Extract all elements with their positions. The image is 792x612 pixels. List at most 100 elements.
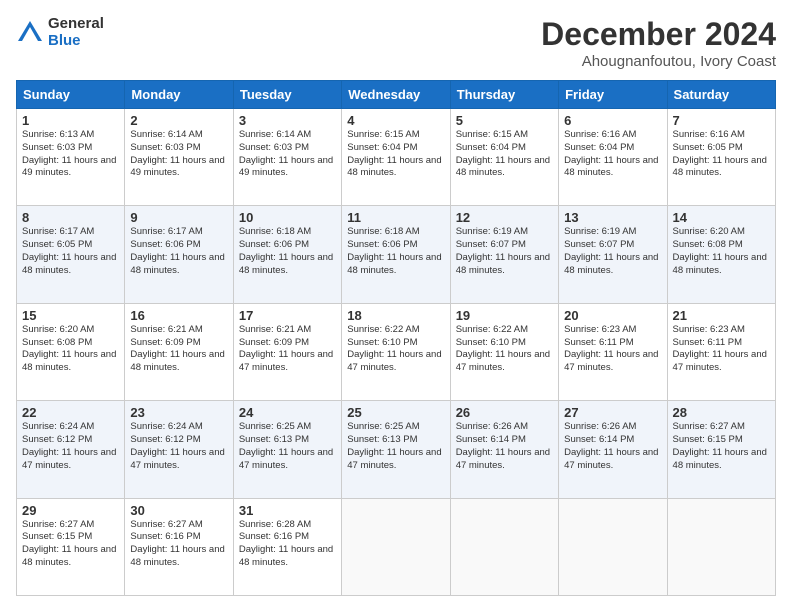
day-number: 7 [673, 113, 770, 128]
day-number: 3 [239, 113, 336, 128]
calendar-day-header: Monday [125, 81, 233, 109]
day-number: 9 [130, 210, 227, 225]
calendar-table: SundayMondayTuesdayWednesdayThursdayFrid… [16, 80, 776, 596]
calendar-cell: 19Sunrise: 6:22 AMSunset: 6:10 PMDayligh… [450, 303, 558, 400]
day-info: Sunrise: 6:17 AMSunset: 6:06 PMDaylight:… [130, 226, 227, 277]
day-info: Sunrise: 6:23 AMSunset: 6:11 PMDaylight:… [673, 324, 770, 375]
calendar-cell: 3Sunrise: 6:14 AMSunset: 6:03 PMDaylight… [233, 109, 341, 206]
day-number: 11 [347, 210, 444, 225]
calendar-week-row: 15Sunrise: 6:20 AMSunset: 6:08 PMDayligh… [17, 303, 776, 400]
logo: General Blue [16, 16, 104, 49]
day-info: Sunrise: 6:28 AMSunset: 6:16 PMDaylight:… [239, 519, 336, 570]
day-info: Sunrise: 6:20 AMSunset: 6:08 PMDaylight:… [673, 226, 770, 277]
calendar-cell: 16Sunrise: 6:21 AMSunset: 6:09 PMDayligh… [125, 303, 233, 400]
day-info: Sunrise: 6:23 AMSunset: 6:11 PMDaylight:… [564, 324, 661, 375]
calendar-cell [559, 498, 667, 595]
day-info: Sunrise: 6:20 AMSunset: 6:08 PMDaylight:… [22, 324, 119, 375]
day-number: 6 [564, 113, 661, 128]
calendar-cell: 20Sunrise: 6:23 AMSunset: 6:11 PMDayligh… [559, 303, 667, 400]
calendar-cell: 27Sunrise: 6:26 AMSunset: 6:14 PMDayligh… [559, 401, 667, 498]
day-number: 24 [239, 405, 336, 420]
calendar-cell: 29Sunrise: 6:27 AMSunset: 6:15 PMDayligh… [17, 498, 125, 595]
calendar-cell: 23Sunrise: 6:24 AMSunset: 6:12 PMDayligh… [125, 401, 233, 498]
day-info: Sunrise: 6:26 AMSunset: 6:14 PMDaylight:… [564, 421, 661, 472]
logo-blue: Blue [48, 33, 104, 50]
day-info: Sunrise: 6:25 AMSunset: 6:13 PMDaylight:… [239, 421, 336, 472]
calendar-week-row: 22Sunrise: 6:24 AMSunset: 6:12 PMDayligh… [17, 401, 776, 498]
day-number: 17 [239, 308, 336, 323]
day-info: Sunrise: 6:16 AMSunset: 6:05 PMDaylight:… [673, 129, 770, 180]
day-info: Sunrise: 6:18 AMSunset: 6:06 PMDaylight:… [239, 226, 336, 277]
logo-text: General Blue [48, 16, 104, 49]
calendar-cell: 24Sunrise: 6:25 AMSunset: 6:13 PMDayligh… [233, 401, 341, 498]
day-info: Sunrise: 6:22 AMSunset: 6:10 PMDaylight:… [456, 324, 553, 375]
day-info: Sunrise: 6:27 AMSunset: 6:16 PMDaylight:… [130, 519, 227, 570]
calendar-cell: 12Sunrise: 6:19 AMSunset: 6:07 PMDayligh… [450, 206, 558, 303]
day-number: 2 [130, 113, 227, 128]
calendar-cell: 6Sunrise: 6:16 AMSunset: 6:04 PMDaylight… [559, 109, 667, 206]
calendar-cell: 7Sunrise: 6:16 AMSunset: 6:05 PMDaylight… [667, 109, 775, 206]
calendar-day-header: Tuesday [233, 81, 341, 109]
day-info: Sunrise: 6:15 AMSunset: 6:04 PMDaylight:… [456, 129, 553, 180]
day-number: 10 [239, 210, 336, 225]
calendar-day-header: Sunday [17, 81, 125, 109]
calendar-cell [342, 498, 450, 595]
calendar-cell: 11Sunrise: 6:18 AMSunset: 6:06 PMDayligh… [342, 206, 450, 303]
calendar-cell [667, 498, 775, 595]
day-info: Sunrise: 6:14 AMSunset: 6:03 PMDaylight:… [239, 129, 336, 180]
calendar-cell: 1Sunrise: 6:13 AMSunset: 6:03 PMDaylight… [17, 109, 125, 206]
day-number: 5 [456, 113, 553, 128]
day-info: Sunrise: 6:19 AMSunset: 6:07 PMDaylight:… [564, 226, 661, 277]
day-info: Sunrise: 6:21 AMSunset: 6:09 PMDaylight:… [130, 324, 227, 375]
day-number: 4 [347, 113, 444, 128]
day-info: Sunrise: 6:24 AMSunset: 6:12 PMDaylight:… [130, 421, 227, 472]
day-number: 18 [347, 308, 444, 323]
title-section: December 2024 Ahougnanfoutou, Ivory Coas… [541, 16, 776, 70]
day-info: Sunrise: 6:15 AMSunset: 6:04 PMDaylight:… [347, 129, 444, 180]
day-info: Sunrise: 6:19 AMSunset: 6:07 PMDaylight:… [456, 226, 553, 277]
calendar-cell: 22Sunrise: 6:24 AMSunset: 6:12 PMDayligh… [17, 401, 125, 498]
logo-general: General [48, 16, 104, 33]
calendar-cell: 2Sunrise: 6:14 AMSunset: 6:03 PMDaylight… [125, 109, 233, 206]
calendar-cell: 18Sunrise: 6:22 AMSunset: 6:10 PMDayligh… [342, 303, 450, 400]
calendar-week-row: 29Sunrise: 6:27 AMSunset: 6:15 PMDayligh… [17, 498, 776, 595]
day-number: 12 [456, 210, 553, 225]
calendar-day-header: Friday [559, 81, 667, 109]
day-number: 25 [347, 405, 444, 420]
logo-icon [16, 19, 44, 47]
calendar-cell: 28Sunrise: 6:27 AMSunset: 6:15 PMDayligh… [667, 401, 775, 498]
day-number: 20 [564, 308, 661, 323]
calendar-cell: 15Sunrise: 6:20 AMSunset: 6:08 PMDayligh… [17, 303, 125, 400]
calendar-week-row: 8Sunrise: 6:17 AMSunset: 6:05 PMDaylight… [17, 206, 776, 303]
day-info: Sunrise: 6:26 AMSunset: 6:14 PMDaylight:… [456, 421, 553, 472]
day-info: Sunrise: 6:24 AMSunset: 6:12 PMDaylight:… [22, 421, 119, 472]
day-number: 1 [22, 113, 119, 128]
day-info: Sunrise: 6:14 AMSunset: 6:03 PMDaylight:… [130, 129, 227, 180]
day-number: 22 [22, 405, 119, 420]
day-info: Sunrise: 6:27 AMSunset: 6:15 PMDaylight:… [673, 421, 770, 472]
calendar-cell: 4Sunrise: 6:15 AMSunset: 6:04 PMDaylight… [342, 109, 450, 206]
calendar-cell: 26Sunrise: 6:26 AMSunset: 6:14 PMDayligh… [450, 401, 558, 498]
calendar-cell: 17Sunrise: 6:21 AMSunset: 6:09 PMDayligh… [233, 303, 341, 400]
day-info: Sunrise: 6:25 AMSunset: 6:13 PMDaylight:… [347, 421, 444, 472]
calendar-cell: 9Sunrise: 6:17 AMSunset: 6:06 PMDaylight… [125, 206, 233, 303]
calendar-cell: 30Sunrise: 6:27 AMSunset: 6:16 PMDayligh… [125, 498, 233, 595]
day-info: Sunrise: 6:21 AMSunset: 6:09 PMDaylight:… [239, 324, 336, 375]
day-number: 27 [564, 405, 661, 420]
day-number: 23 [130, 405, 227, 420]
main-title: December 2024 [541, 16, 776, 53]
day-info: Sunrise: 6:16 AMSunset: 6:04 PMDaylight:… [564, 129, 661, 180]
day-number: 19 [456, 308, 553, 323]
day-number: 15 [22, 308, 119, 323]
calendar-cell: 14Sunrise: 6:20 AMSunset: 6:08 PMDayligh… [667, 206, 775, 303]
page: General Blue December 2024 Ahougnanfouto… [0, 0, 792, 612]
day-number: 13 [564, 210, 661, 225]
calendar-day-header: Thursday [450, 81, 558, 109]
calendar-cell: 13Sunrise: 6:19 AMSunset: 6:07 PMDayligh… [559, 206, 667, 303]
calendar-week-row: 1Sunrise: 6:13 AMSunset: 6:03 PMDaylight… [17, 109, 776, 206]
day-info: Sunrise: 6:17 AMSunset: 6:05 PMDaylight:… [22, 226, 119, 277]
calendar-cell: 25Sunrise: 6:25 AMSunset: 6:13 PMDayligh… [342, 401, 450, 498]
day-number: 14 [673, 210, 770, 225]
subtitle: Ahougnanfoutou, Ivory Coast [541, 53, 776, 70]
calendar-cell: 5Sunrise: 6:15 AMSunset: 6:04 PMDaylight… [450, 109, 558, 206]
